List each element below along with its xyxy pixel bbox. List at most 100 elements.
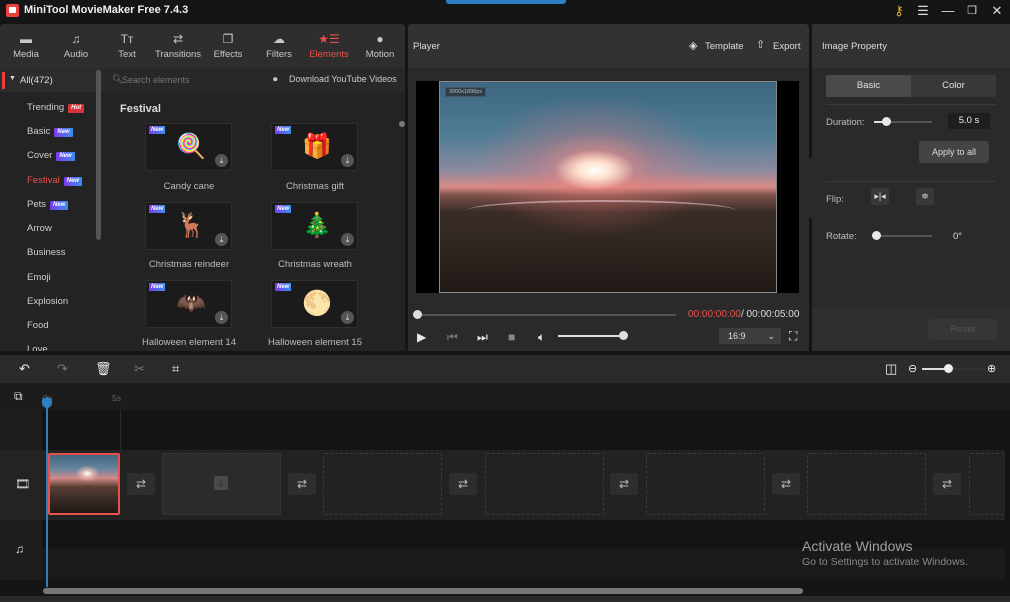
seek-handle[interactable] (413, 310, 422, 319)
element-card-christmas-wreath[interactable]: New 🎄 ⤓ (271, 202, 358, 250)
apply-to-all-button[interactable]: Apply to all (919, 141, 989, 163)
tab-elements[interactable]: ★☰ Elements (307, 24, 351, 68)
download-youtube-link[interactable]: Download YouTube Videos (289, 74, 397, 84)
category-arrow[interactable]: Arrow (27, 223, 52, 234)
zoom-in-icon[interactable]: ⊕ (987, 361, 996, 377)
key-icon[interactable]: ⚷ (890, 3, 908, 19)
reset-button[interactable]: Reset (928, 319, 998, 340)
export-button[interactable]: Export (773, 41, 800, 52)
transition-slot-icon[interactable]: ⇄ (127, 473, 155, 495)
flip-label: Flip: (826, 194, 844, 205)
duration-input[interactable]: 5.0 s (948, 113, 990, 129)
tab-media[interactable]: ▬ Media (6, 24, 46, 68)
timeline-zoom-handle[interactable] (944, 364, 953, 373)
add-track-icon[interactable]: ⧉ (14, 389, 23, 404)
search-input[interactable] (122, 72, 262, 88)
element-card-halloween-15[interactable]: New 🌕 ⤓ (271, 280, 358, 328)
clip-placeholder[interactable] (485, 453, 604, 515)
category-festival[interactable]: Festival New (27, 175, 83, 186)
volume-icon[interactable]: 🔈︎ (538, 330, 545, 345)
volume-slider[interactable] (558, 335, 623, 337)
timeline-clip-image[interactable] (48, 453, 120, 515)
download-icon[interactable]: ⤓ (341, 154, 354, 167)
element-card-christmas-gift[interactable]: New 🎁 ⤓ (271, 123, 358, 171)
tab-effects[interactable]: ❐ Effects (208, 24, 248, 68)
template-button[interactable]: Template (705, 41, 744, 52)
crop-icon[interactable]: ⌗ (172, 361, 179, 377)
category-business[interactable]: Business (27, 247, 66, 258)
category-label: Love (27, 344, 48, 351)
rotate-slider[interactable] (874, 235, 932, 237)
element-card-halloween-14[interactable]: New 🦇 ⤓ (145, 280, 232, 328)
download-icon[interactable]: ⤓ (341, 233, 354, 246)
watermark-subtitle: Go to Settings to activate Windows. (802, 556, 968, 568)
timeline-ruler[interactable]: ⧉ 0s 5s (0, 383, 1010, 410)
preview-image[interactable]: 3000x1898px (439, 81, 777, 293)
category-label: Explosion (27, 296, 69, 307)
category-food[interactable]: Food (27, 320, 49, 331)
clip-placeholder[interactable] (646, 453, 765, 515)
close-icon[interactable]: ✕ (988, 3, 1006, 19)
gift-icon: 🎁 (302, 133, 332, 160)
download-icon[interactable]: ⤓ (215, 233, 228, 246)
playhead[interactable] (46, 397, 48, 587)
clip-placeholder[interactable]: ⤓ (162, 453, 281, 515)
category-basic[interactable]: Basic New (27, 126, 73, 137)
download-icon[interactable]: ⤓ (215, 311, 228, 324)
element-card-christmas-reindeer[interactable]: New 🦌 ⤓ (145, 202, 232, 250)
download-icon[interactable]: ⤓ (341, 311, 354, 324)
search-bar: 🔍︎ ⏺ Download YouTube Videos (102, 68, 405, 92)
volume-handle[interactable] (619, 331, 628, 340)
category-label: Arrow (27, 223, 52, 234)
category-emoji[interactable]: Emoji (27, 272, 51, 283)
fit-timeline-icon[interactable]: ◫ (885, 361, 897, 377)
clip-placeholder[interactable] (807, 453, 926, 515)
category-trending[interactable]: Trending Hot (27, 102, 85, 113)
fullscreen-icon[interactable]: ⛶ (789, 329, 797, 344)
delete-icon[interactable]: 🗑︎ (95, 361, 112, 377)
flip-horizontal-icon[interactable]: ▸|◂ (871, 188, 889, 205)
redo-icon[interactable]: ↷ (57, 361, 68, 377)
seek-bar[interactable] (418, 314, 676, 316)
tab-audio[interactable]: ♫ Audio (56, 24, 96, 68)
clip-placeholder[interactable] (969, 453, 1005, 515)
download-icon[interactable]: ⤓ (215, 154, 228, 167)
new-badge: New (149, 126, 166, 134)
tab-filters[interactable]: ☁ Filters (259, 24, 299, 68)
transition-slot-icon[interactable]: ⇄ (449, 473, 477, 495)
tab-transitions[interactable]: ⇄ Transitions (153, 24, 203, 68)
duration-handle[interactable] (882, 117, 891, 126)
category-all[interactable]: ▼ All(472) (0, 68, 102, 92)
category-scrollbar[interactable] (96, 70, 101, 240)
tab-basic[interactable]: Basic (826, 75, 911, 97)
undo-icon[interactable]: ↶ (19, 361, 30, 377)
zoom-out-icon[interactable]: ⊖ (908, 361, 917, 377)
playhead-handle[interactable] (42, 398, 52, 408)
restore-icon[interactable]: ❐ (963, 3, 981, 19)
flip-vertical-icon[interactable]: ≑ (916, 188, 934, 205)
stop-icon[interactable]: ■ (508, 330, 515, 344)
category-pets[interactable]: Pets New (27, 199, 69, 210)
transition-slot-icon[interactable]: ⇄ (288, 473, 316, 495)
category-cover[interactable]: Cover New (27, 150, 75, 161)
next-frame-icon[interactable]: ⏭ (477, 330, 488, 345)
menu-icon[interactable]: ☰ (914, 3, 932, 19)
tab-motion[interactable]: ● Motion (360, 24, 400, 68)
tab-color[interactable]: Color (911, 75, 996, 97)
previous-frame-icon[interactable]: ⏮ (447, 330, 458, 345)
aspect-ratio-select[interactable]: 16:9 ⌄ (719, 328, 781, 344)
transition-slot-icon[interactable]: ⇄ (610, 473, 638, 495)
element-card-candy-cane[interactable]: New 🍭 ⤓ (145, 123, 232, 171)
minimize-icon[interactable]: — (939, 3, 957, 19)
transition-slot-icon[interactable]: ⇄ (933, 473, 961, 495)
clip-placeholder[interactable] (323, 453, 442, 515)
play-icon[interactable]: ▶ (417, 330, 426, 344)
split-icon[interactable]: ✂ (134, 361, 145, 377)
rotate-handle[interactable] (872, 231, 881, 240)
elements-scroll-indicator[interactable] (399, 121, 405, 127)
transition-slot-icon[interactable]: ⇄ (772, 473, 800, 495)
category-explosion[interactable]: Explosion (27, 296, 68, 307)
category-love[interactable]: Love (27, 344, 48, 351)
tab-text[interactable]: Tт Text (107, 24, 147, 68)
timeline-horizontal-scrollbar[interactable] (43, 588, 803, 594)
